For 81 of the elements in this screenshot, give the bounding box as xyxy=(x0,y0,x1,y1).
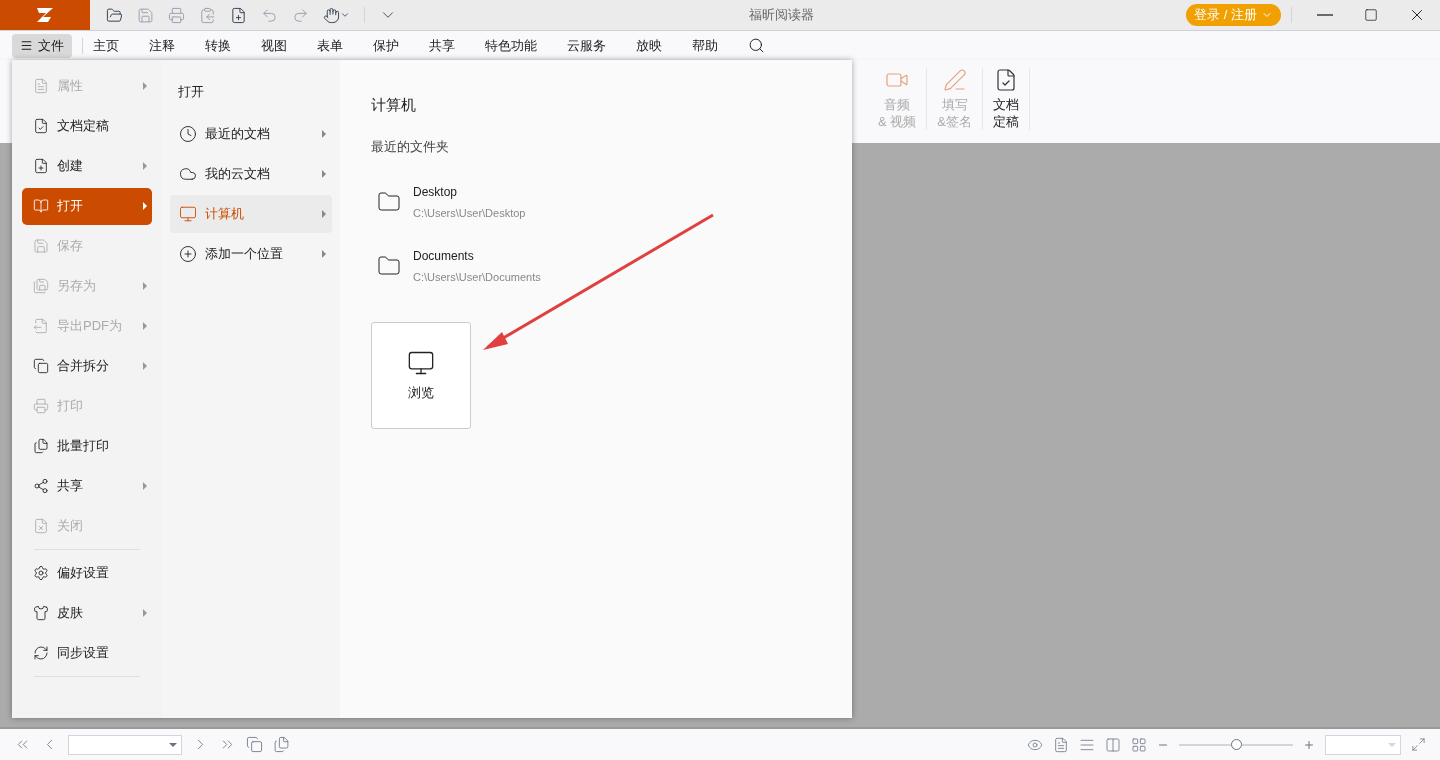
page-number-field[interactable] xyxy=(68,734,182,755)
book-icon xyxy=(33,198,49,214)
search-icon[interactable] xyxy=(748,37,765,54)
clipboard-icon[interactable] xyxy=(199,6,216,24)
settings-icon xyxy=(33,565,49,581)
menu-tab[interactable]: 帮助 xyxy=(692,35,718,56)
open-folder-icon[interactable] xyxy=(106,6,123,24)
plus-circle-icon xyxy=(179,244,197,263)
save-as-icon xyxy=(33,278,49,294)
open-location-item[interactable]: 我的云文档 xyxy=(170,154,332,193)
recent-folder-item[interactable]: Desktop C:\Users\User\Desktop xyxy=(371,170,671,234)
fullscreen-icon[interactable] xyxy=(1411,737,1426,752)
menu-tab[interactable]: 放映 xyxy=(636,35,662,56)
single-page-icon[interactable] xyxy=(1053,736,1069,753)
menu-tab[interactable]: 主页 xyxy=(93,35,119,56)
copy-icon[interactable] xyxy=(273,736,290,753)
menu-tab[interactable]: 表单 xyxy=(317,35,343,56)
zoom-field[interactable] xyxy=(1325,734,1401,755)
folder-icon xyxy=(377,254,401,278)
sync-icon xyxy=(33,645,49,661)
copy-icon xyxy=(33,358,49,374)
zoom-slider-thumb[interactable] xyxy=(1231,739,1242,750)
menu-tab[interactable]: 云服务 xyxy=(567,35,606,56)
menu-icon xyxy=(20,39,33,52)
print-icon[interactable] xyxy=(168,6,185,24)
recent-folder-item[interactable]: Documents C:\Users\User\Documents xyxy=(371,234,671,298)
shirt-icon xyxy=(33,605,49,621)
panel-heading: 计算机 xyxy=(371,95,417,115)
zoom-slider[interactable] xyxy=(1179,738,1293,751)
browse-button[interactable]: 浏览 xyxy=(371,322,471,429)
close-document-icon xyxy=(33,518,49,534)
file-menu-item[interactable]: 创建 xyxy=(22,147,152,185)
open-panel-heading: 打开 xyxy=(178,83,205,101)
save-icon[interactable] xyxy=(137,6,154,24)
monitor-icon xyxy=(179,204,197,223)
file-menu-item[interactable]: 同步设置 xyxy=(22,634,152,672)
redo-icon[interactable] xyxy=(292,6,309,24)
file-menu-item[interactable]: 合并拆分 xyxy=(22,347,152,385)
export-icon xyxy=(33,318,49,334)
new-document-icon xyxy=(33,158,49,174)
file-menu-item[interactable]: 文档定稿 xyxy=(22,107,152,145)
menu-tab[interactable]: 转换 xyxy=(205,35,231,56)
minimize-icon xyxy=(1317,14,1333,16)
share-icon xyxy=(33,478,49,494)
zoom-in-icon[interactable] xyxy=(1303,738,1315,751)
menu-tab[interactable]: 特色功能 xyxy=(485,35,537,56)
maximize-icon xyxy=(1364,8,1378,22)
menu-tab[interactable]: 注释 xyxy=(149,35,175,56)
new-document-icon[interactable] xyxy=(230,6,247,24)
open-location-item[interactable]: 最近的文档 xyxy=(170,114,332,153)
undo-icon[interactable] xyxy=(261,6,278,24)
file-menu-button[interactable]: 文件 xyxy=(12,33,72,58)
file-menu-item[interactable]: 批量打印 xyxy=(22,427,152,465)
open-location-item[interactable]: 添加一个位置 xyxy=(170,234,332,273)
submenu-arrow-icon xyxy=(322,209,326,218)
submenu-arrow-icon xyxy=(322,249,326,258)
print-icon xyxy=(33,398,49,414)
copy-icon[interactable] xyxy=(246,736,263,753)
pen-icon xyxy=(942,68,967,92)
ribbon-button[interactable]: 文档 定稿 xyxy=(982,68,1030,130)
list-icon xyxy=(33,78,49,94)
save-icon xyxy=(33,238,49,254)
recent-folders-label: 最近的文件夹 xyxy=(371,137,450,156)
open-location-item[interactable]: 计算机 xyxy=(170,194,332,233)
file-menu-item[interactable]: 打开 xyxy=(22,187,152,225)
touch-mode-icon[interactable] xyxy=(323,6,350,24)
file-menu-item[interactable]: 共享 xyxy=(22,467,152,505)
submenu-arrow-icon xyxy=(322,129,326,138)
file-menu-item[interactable]: 皮肤 xyxy=(22,594,152,632)
menu-tab[interactable]: 共享 xyxy=(429,35,455,56)
window-title: 福昕阅读器 xyxy=(749,6,815,25)
documents-icon xyxy=(33,438,49,454)
file-menu-item[interactable]: 偏好设置 xyxy=(22,554,152,592)
grid-page-icon[interactable] xyxy=(1131,736,1147,753)
menu-tab[interactable]: 视图 xyxy=(261,35,287,56)
submenu-arrow-icon xyxy=(322,169,326,178)
document-check-icon xyxy=(33,118,49,134)
menu-tab[interactable]: 保护 xyxy=(373,35,399,56)
clock-icon xyxy=(179,124,197,143)
folder-icon xyxy=(377,190,401,214)
two-page-icon[interactable] xyxy=(1105,736,1121,753)
